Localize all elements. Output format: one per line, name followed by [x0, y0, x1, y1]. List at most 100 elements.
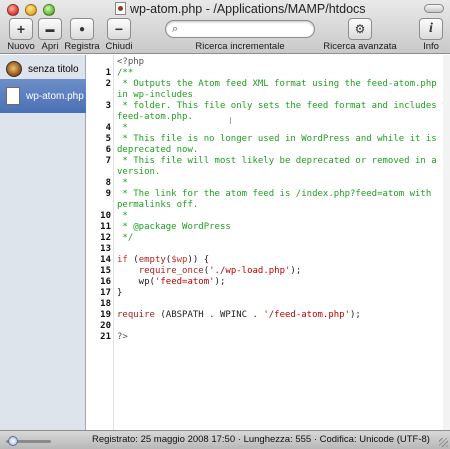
- code-token: wp(: [117, 277, 155, 287]
- code-token: $wp: [171, 255, 188, 265]
- incremental-search-input[interactable]: [186, 22, 306, 36]
- line-number: 10: [100, 211, 111, 221]
- code-token: * This file will most likely be deprecat…: [117, 156, 450, 166]
- info-icon: i: [429, 21, 433, 36]
- line-number: 2: [105, 79, 111, 89]
- untitled-document-icon: [6, 61, 22, 77]
- advanced-search-button[interactable]: ⚙: [348, 18, 372, 40]
- line-number: 19: [100, 310, 111, 320]
- code-line: * Outputs the Atom feed XML format using…: [117, 79, 450, 90]
- code-line: deprecated now.: [117, 145, 198, 156]
- code-token: '/feed-atom.php': [263, 310, 351, 320]
- code-line: if (empty($wp)) {: [117, 255, 209, 266]
- code-token: * This file is no longer used in WordPre…: [117, 134, 450, 144]
- new-button[interactable]: +: [9, 18, 33, 40]
- slider-knob[interactable]: [8, 436, 18, 446]
- incremental-search-label: Ricerca incrementale: [195, 41, 285, 52]
- folder-icon: ▬: [45, 24, 55, 34]
- code-line: in wp-includes: [117, 90, 193, 101]
- vertical-scrollbar[interactable]: [443, 55, 450, 430]
- code-token: *: [117, 211, 128, 221]
- info-button-label: Info: [423, 41, 439, 52]
- code-line: *: [117, 178, 128, 189]
- document-item-label: senza titolo: [28, 63, 79, 75]
- minimize-window-button[interactable]: [25, 4, 37, 16]
- line-number: 1: [105, 68, 111, 78]
- document-item-label: wp-atom.php: [26, 90, 84, 102]
- code-line: /**: [117, 68, 133, 79]
- line-number: 21: [100, 332, 111, 342]
- window-title: wp-atom.php - /Applications/MAMP/htdocs: [130, 2, 366, 16]
- code-line: * This file is no longer used in WordPre…: [117, 134, 450, 145]
- line-number: 15: [100, 266, 111, 276]
- document-item-wp-atom[interactable]: wp-atom.php: [0, 79, 86, 113]
- code-token: * The link for the atom feed is /index.p…: [117, 189, 432, 199]
- save-button[interactable]: ●: [70, 18, 94, 40]
- incremental-search-field[interactable]: ⌕: [165, 20, 315, 38]
- document-drawer: senza titolo wp-atom.php: [0, 55, 86, 430]
- code-editor[interactable]: <?php/** * Outputs the Atom feed XML for…: [117, 55, 450, 430]
- code-token: './wp-load.php': [209, 266, 291, 276]
- code-token: );: [350, 310, 361, 320]
- code-line: ?>: [117, 332, 128, 343]
- php-file-icon: [6, 87, 20, 105]
- code-token: * Outputs the Atom feed XML format using…: [117, 79, 450, 89]
- code-token: feed-atom.php.: [117, 112, 193, 122]
- save-button-label: Registra: [64, 41, 100, 52]
- line-number: 5: [105, 134, 111, 144]
- close-button-label: Chiudi: [105, 41, 133, 52]
- code-line: feed-atom.php.: [117, 112, 193, 123]
- code-line: wp('feed=atom');: [117, 277, 226, 288]
- status-bar: Registrato: 25 maggio 2008 17:50 · Lungh…: [0, 430, 450, 449]
- window-toolbar: wp-atom.php - /Applications/MAMP/htdocs …: [0, 0, 450, 54]
- code-token: *: [117, 123, 128, 133]
- open-button[interactable]: ▬: [38, 18, 62, 40]
- plus-icon: +: [16, 21, 26, 37]
- code-line: * This file will most likely be deprecat…: [117, 156, 450, 167]
- line-number: 11: [100, 222, 111, 232]
- line-number: 14: [100, 255, 111, 265]
- gear-icon: ⚙: [354, 22, 366, 36]
- line-number-gutter: 1 2 3 4 5 6 7 8 9 10 11 12 13 14 15 16 17 18 19 20 21: [87, 55, 114, 430]
- line-number: 9: [105, 189, 111, 199]
- close-window-button[interactable]: [7, 4, 19, 16]
- code-token: * @package WordPress: [117, 222, 231, 232]
- document-status-text: Registrato: 25 maggio 2008 17:50 · Lungh…: [92, 434, 430, 445]
- code-token: empty: [138, 255, 166, 265]
- search-icon: ⌕: [172, 23, 179, 35]
- code-token: deprecated now.: [117, 145, 199, 155]
- line-number: 3: [105, 101, 111, 111]
- close-button[interactable]: −: [107, 18, 131, 40]
- code-token: );: [214, 277, 226, 287]
- zoom-window-button[interactable]: [43, 4, 55, 16]
- document-item-untitled[interactable]: senza titolo: [0, 58, 86, 80]
- toolbar-toggle-button[interactable]: [424, 4, 444, 13]
- code-token: ?>: [117, 332, 128, 342]
- minus-icon: −: [114, 21, 124, 37]
- code-token: permalinks off.: [117, 200, 199, 210]
- new-button-label: Nuovo: [7, 41, 35, 52]
- code-line: *: [117, 123, 128, 134]
- document-proxy-icon[interactable]: [115, 2, 126, 15]
- line-number: 4: [105, 123, 111, 133]
- resize-grip-icon[interactable]: [439, 438, 448, 447]
- code-token: */: [117, 233, 134, 243]
- advanced-search-label: Ricerca avanzata: [323, 41, 397, 52]
- info-button[interactable]: i: [419, 18, 443, 40]
- code-line: * The link for the atom feed is /index.p…: [117, 189, 431, 200]
- code-token: }: [117, 288, 123, 298]
- code-token: (: [127, 255, 139, 265]
- open-button-label: Apri: [41, 41, 59, 52]
- line-number: 16: [100, 277, 111, 287]
- code-token: /**: [117, 68, 134, 78]
- code-token: *: [117, 178, 128, 188]
- line-number: 18: [100, 299, 111, 309]
- code-line: * folder. This file only sets the feed f…: [117, 101, 450, 112]
- line-number: 20: [100, 321, 111, 331]
- code-line: *: [117, 211, 128, 222]
- code-token: 'feed=atom': [154, 277, 215, 287]
- code-line: permalinks off.: [117, 200, 198, 211]
- code-token: require_once: [138, 266, 204, 276]
- code-token: (ABSPATH . WPINC .: [154, 310, 264, 320]
